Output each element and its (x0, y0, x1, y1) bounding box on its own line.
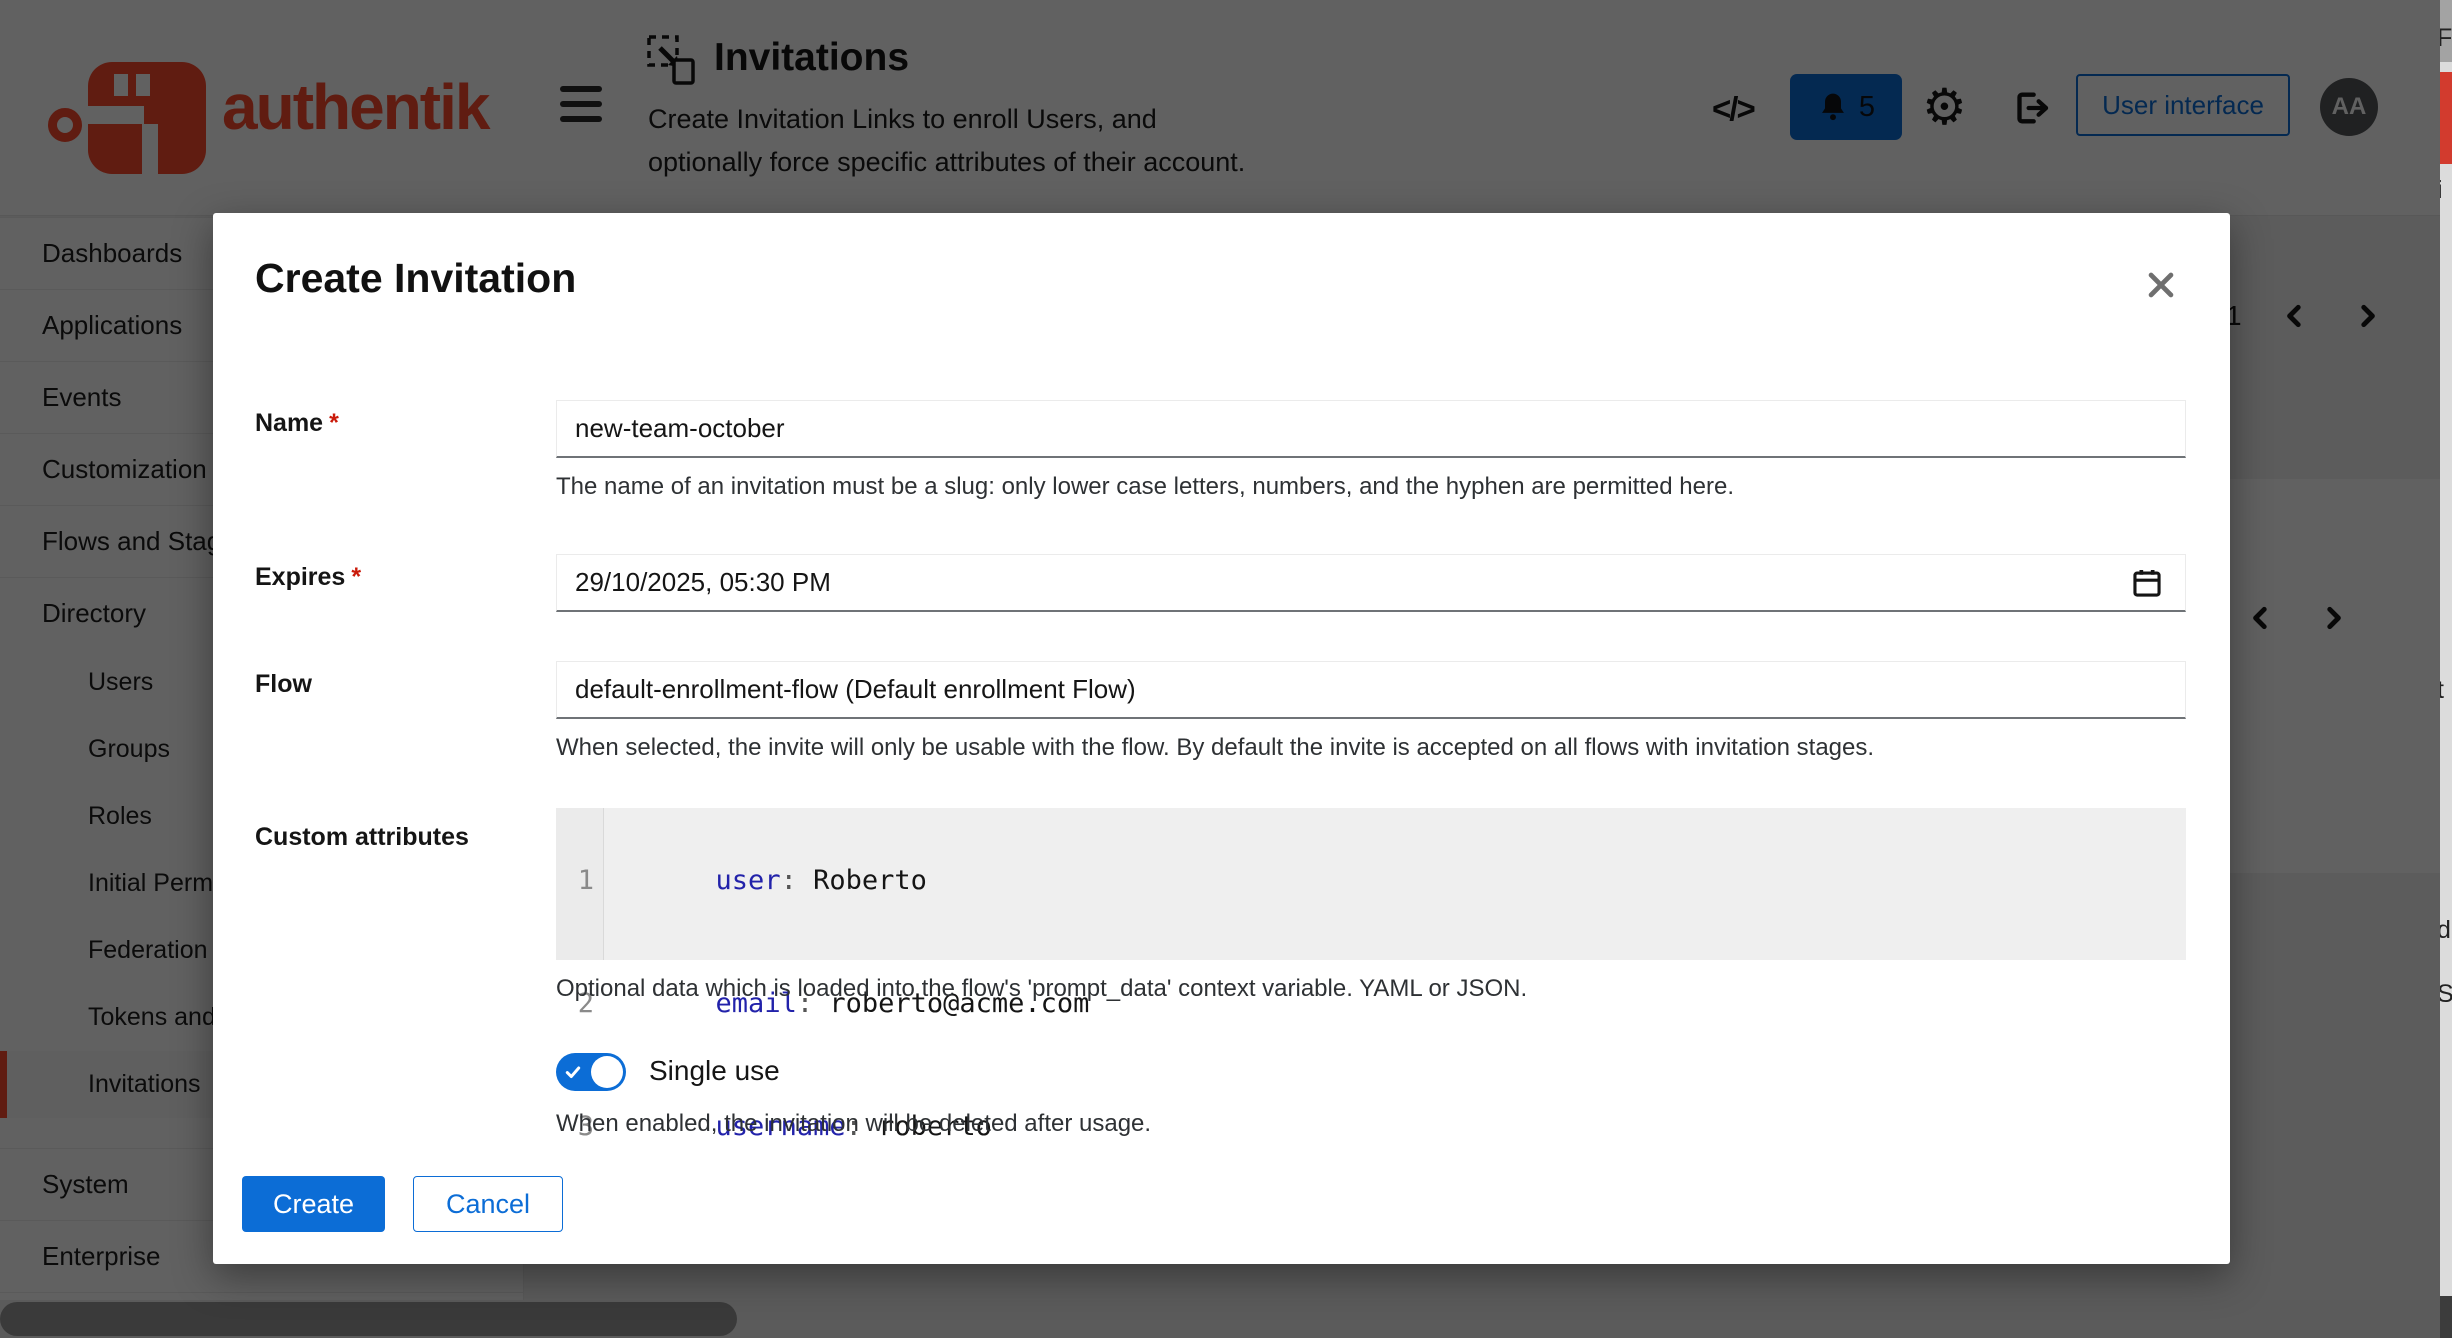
required-asterisk: * (351, 563, 361, 591)
expires-field-label: Expires* (255, 563, 361, 592)
custom-attributes-help-text: Optional data which is loaded into the f… (556, 975, 1527, 1003)
code-line: 2email roberto@acme.com (556, 942, 2186, 1065)
create-button[interactable]: Create (242, 1176, 385, 1232)
custom-attributes-label: Custom attributes (255, 823, 469, 852)
clipped-letter: d (2440, 916, 2451, 945)
required-asterisk: * (329, 409, 339, 437)
calendar-icon[interactable] (2130, 566, 2164, 600)
toggle-knob (591, 1056, 623, 1088)
scrollbar-corner-block (2440, 1296, 2452, 1338)
cancel-button[interactable]: Cancel (413, 1176, 563, 1232)
check-icon (565, 1064, 581, 1085)
name-help-text: The name of an invitation must be a slug… (556, 473, 1734, 501)
modal-title: Create Invitation (255, 255, 576, 302)
name-field-label: Name* (255, 409, 339, 438)
clipped-letter: i (2440, 176, 2443, 205)
create-invitation-modal: Create Invitation Name* The name of an i… (213, 213, 2230, 1264)
close-icon[interactable] (2139, 263, 2183, 307)
strip-red-block (2440, 72, 2452, 164)
name-input[interactable] (556, 400, 2186, 458)
code-line: 1user Roberto (556, 819, 2186, 942)
clipped-letter: F (2440, 24, 2452, 53)
custom-attributes-code-editor[interactable]: 1user Roberto 2email roberto@acme.com 3u… (556, 808, 2186, 960)
expires-input[interactable] (556, 554, 2186, 612)
single-use-toggle[interactable] (556, 1053, 626, 1091)
flow-help-text: When selected, the invite will only be u… (556, 734, 1874, 762)
clipped-letter: S (2440, 980, 2452, 1009)
single-use-label: Single use (649, 1055, 780, 1087)
single-use-help-text: When enabled, the invitation will be del… (556, 1110, 1151, 1138)
right-edge-panel-sliver: F i t d S (2440, 0, 2452, 1338)
flow-select-input[interactable] (556, 661, 2186, 719)
clipped-letter: t (2440, 676, 2444, 705)
flow-field-label: Flow (255, 670, 312, 699)
